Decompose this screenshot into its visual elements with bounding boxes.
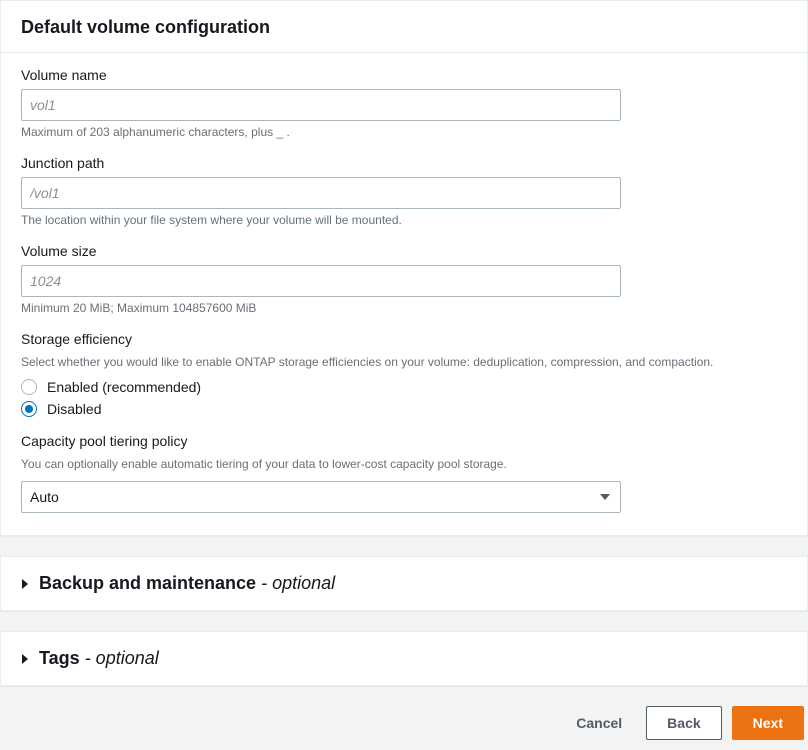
junction-path-input[interactable] [21,177,621,209]
storage-efficiency-disabled-option[interactable]: Disabled [21,401,787,417]
volume-name-input[interactable] [21,89,621,121]
panel-title: Default volume configuration [21,17,787,38]
volume-size-hint: Minimum 20 MiB; Maximum 104857600 MiB [21,301,787,315]
junction-path-group: Junction path The location within your f… [21,155,787,227]
volume-size-label: Volume size [21,243,787,259]
panel-body: Volume name Maximum of 203 alphanumeric … [1,53,807,535]
storage-efficiency-group: Storage efficiency Select whether you wo… [21,331,787,417]
tiering-policy-help: You can optionally enable automatic tier… [21,455,787,473]
backup-maintenance-header[interactable]: Backup and maintenance - optional [1,557,807,610]
volume-name-label: Volume name [21,67,787,83]
next-button[interactable]: Next [732,706,804,740]
tags-header[interactable]: Tags - optional [1,632,807,685]
radio-icon [21,379,37,395]
storage-efficiency-enabled-option[interactable]: Enabled (recommended) [21,379,787,395]
footer-actions: Cancel Back Next [0,706,808,750]
junction-path-label: Junction path [21,155,787,171]
volume-name-hint: Maximum of 203 alphanumeric characters, … [21,125,787,139]
cancel-button[interactable]: Cancel [562,707,636,739]
storage-efficiency-label: Storage efficiency [21,331,787,347]
panel-header: Default volume configuration [1,1,807,53]
tags-title: Tags - optional [39,648,159,669]
back-button[interactable]: Back [646,706,721,740]
tiering-policy-value: Auto [21,481,621,513]
radio-icon [21,401,37,417]
junction-path-hint: The location within your file system whe… [21,213,787,227]
radio-label: Enabled (recommended) [47,379,201,395]
volume-size-group: Volume size Minimum 20 MiB; Maximum 1048… [21,243,787,315]
backup-maintenance-section: Backup and maintenance - optional [0,556,808,611]
volume-config-panel: Default volume configuration Volume name… [0,0,808,536]
volume-name-group: Volume name Maximum of 203 alphanumeric … [21,67,787,139]
tags-section: Tags - optional [0,631,808,686]
storage-efficiency-radio-group: Enabled (recommended) Disabled [21,379,787,417]
tiering-policy-group: Capacity pool tiering policy You can opt… [21,433,787,513]
storage-efficiency-help: Select whether you would like to enable … [21,353,787,371]
backup-maintenance-title: Backup and maintenance - optional [39,573,335,594]
tiering-policy-label: Capacity pool tiering policy [21,433,787,449]
radio-label: Disabled [47,401,101,417]
caret-right-icon [21,578,29,590]
volume-size-input[interactable] [21,265,621,297]
caret-right-icon [21,653,29,665]
tiering-policy-select[interactable]: Auto [21,481,621,513]
